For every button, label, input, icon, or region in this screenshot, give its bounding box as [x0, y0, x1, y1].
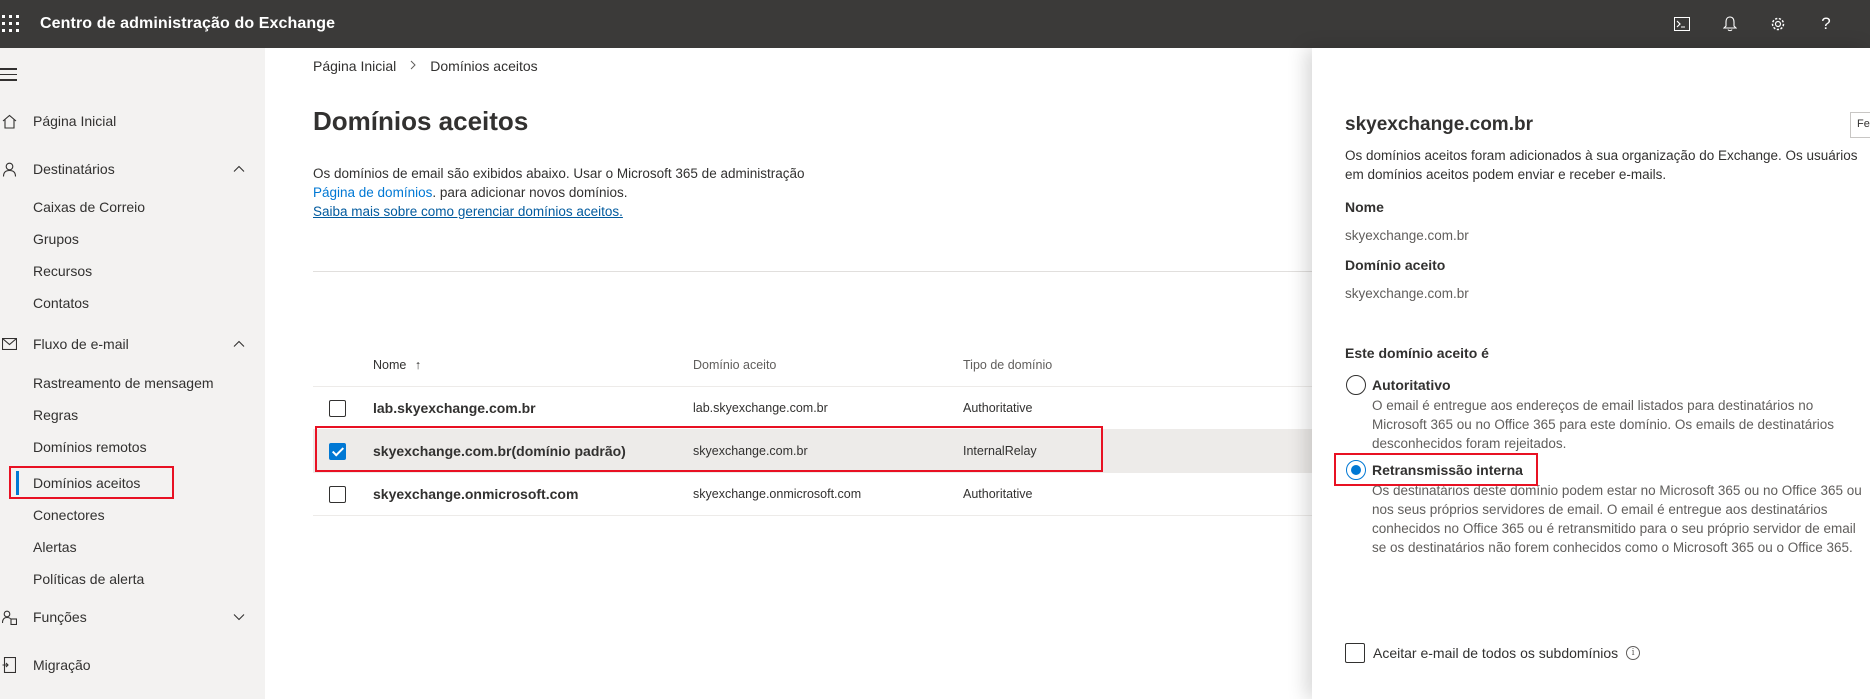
table-row[interactable]: lab.skyexchange.com.br lab.skyexchange.c… — [313, 387, 1313, 430]
sidebar-item-recipients[interactable]: Destinatários — [0, 157, 265, 181]
row-checkbox[interactable] — [329, 400, 346, 417]
radio-authoritative[interactable] — [1346, 375, 1366, 395]
breadcrumb-current: Domínios aceitos — [430, 58, 538, 74]
gear-icon[interactable] — [1754, 0, 1802, 48]
row-domain: skyexchange.onmicrosoft.com — [693, 487, 862, 501]
hamburger-icon[interactable] — [0, 68, 20, 85]
domain-label: Domínio aceito — [1345, 257, 1446, 273]
panel-description: Os domínios aceitos foram adicionados à … — [1345, 148, 1858, 182]
breadcrumb-home[interactable]: Página Inicial — [313, 58, 396, 74]
sidebar-item-connectors[interactable]: Conectores — [33, 503, 105, 527]
domains-page-link[interactable]: Página de domínios — [313, 185, 432, 200]
sidebar-item-label: Destinatários — [33, 161, 115, 177]
name-label: Nome — [1345, 199, 1384, 215]
column-header-name[interactable]: Nome ↑ — [373, 358, 421, 372]
domain-type-question: Este domínio aceito é — [1345, 345, 1489, 361]
chevron-up-icon[interactable] — [231, 336, 247, 352]
info-icon[interactable]: i — [1626, 646, 1641, 660]
app-title: Centro de administração do Exchange — [40, 15, 336, 32]
column-header-type[interactable]: Tipo de domínio — [963, 358, 1052, 372]
sidebar-item-groups[interactable]: Grupos — [33, 227, 79, 251]
breadcrumb: Página Inicial Domínios aceitos — [313, 58, 538, 74]
sidebar-item-remote-domains[interactable]: Domínios remotos — [33, 435, 147, 459]
page-description: Os domínios de email são exibidos abaixo… — [313, 164, 805, 221]
scroll-edge — [1850, 0, 1870, 48]
sidebar-item-roles[interactable]: Funções — [0, 605, 265, 629]
sidebar-item-home[interactable]: Página Inicial — [0, 109, 265, 133]
column-header-name-label: Nome — [373, 358, 407, 372]
home-icon — [0, 114, 18, 129]
table-row[interactable]: skyexchange.onmicrosoft.com skyexchange.… — [313, 473, 1313, 516]
sidebar-item-message-trace[interactable]: Rastreamento de mensagem — [33, 371, 214, 395]
sidebar-item-mailboxes[interactable]: Caixas de Correio — [33, 195, 145, 219]
migration-icon — [0, 657, 18, 673]
sidebar-item-label: Fluxo de e-mail — [33, 336, 129, 352]
row-domain: lab.skyexchange.com.br — [693, 401, 828, 415]
radio-internal-relay-desc: Os destinatários deste domínio podem est… — [1372, 483, 1862, 555]
bell-icon[interactable] — [1706, 0, 1754, 48]
terminal-icon[interactable] — [1658, 0, 1706, 48]
accept-subdomains-row: Aceitar e-mail de todos os subdomínios i — [1373, 645, 1641, 661]
row-checkbox[interactable] — [329, 486, 346, 503]
main-content: Página Inicial Domínios aceitos Domínios… — [265, 48, 1315, 699]
page-title: Domínios aceitos — [313, 106, 529, 136]
chevron-down-icon[interactable] — [231, 609, 247, 625]
accept-subdomains-checkbox[interactable] — [1345, 643, 1365, 663]
description-line-2: Página de domínios. para adicionar novos… — [313, 183, 805, 202]
person-icon — [0, 162, 18, 177]
sidebar-item-label: Migração — [33, 657, 91, 673]
close-tooltip: Fec — [1850, 112, 1870, 138]
sidebar-item-rules[interactable]: Regras — [33, 403, 78, 427]
highlight-box — [315, 426, 1103, 472]
row-type: Authoritative — [963, 487, 1033, 501]
detail-panel: skyexchange.com.br Os domínios aceitos f… — [1312, 48, 1870, 699]
accept-subdomains-label[interactable]: Aceitar e-mail de todos os subdomínios — [1373, 645, 1618, 661]
sidebar-item-label: Página Inicial — [33, 113, 117, 129]
top-bar: Centro de administração do Exchange ? — [0, 0, 1870, 48]
sidebar-item-mailflow[interactable]: Fluxo de e-mail — [0, 332, 265, 356]
radio-authoritative-label[interactable]: Autoritativo — [1372, 377, 1451, 393]
row-name[interactable]: skyexchange.onmicrosoft.com — [373, 486, 578, 502]
panel-title: skyexchange.com.br — [1345, 114, 1533, 135]
sidebar-item-resources[interactable]: Recursos — [33, 259, 92, 283]
row-type: Authoritative — [963, 401, 1033, 415]
highlight-box — [9, 466, 174, 499]
table-header: Nome ↑ Domínio aceito Tipo de domínio — [313, 345, 1313, 387]
highlight-box — [1334, 453, 1538, 486]
sidebar-item-alert-policies[interactable]: Políticas de alerta — [33, 567, 144, 591]
column-header-domain[interactable]: Domínio aceito — [693, 358, 776, 372]
sidebar: Página Inicial Destinatários Caixas de C… — [0, 48, 265, 699]
divider — [313, 271, 1313, 272]
radio-authoritative-desc: O email é entregue aos endereços de emai… — [1372, 398, 1834, 451]
name-value: skyexchange.com.br — [1345, 228, 1469, 243]
sidebar-item-label: Funções — [33, 609, 87, 625]
description-line-1: Os domínios de email são exibidos abaixo… — [313, 166, 805, 181]
help-icon[interactable]: ? — [1802, 0, 1850, 48]
chevron-right-icon — [408, 59, 418, 73]
row-name[interactable]: lab.skyexchange.com.br — [373, 400, 536, 416]
domain-value: skyexchange.com.br — [1345, 286, 1469, 301]
learn-more-link[interactable]: Saiba mais sobre como gerenciar domínios… — [313, 204, 623, 219]
roles-icon — [0, 610, 18, 625]
mail-icon — [0, 338, 18, 350]
app-launcher-icon[interactable] — [2, 15, 20, 33]
sidebar-item-alerts[interactable]: Alertas — [33, 535, 77, 559]
sidebar-item-contacts[interactable]: Contatos — [33, 291, 89, 315]
top-icons: ? — [1658, 0, 1870, 48]
description-line-2-text: . para adicionar novos domínios. — [432, 185, 628, 200]
sidebar-item-migration[interactable]: Migração — [0, 653, 265, 677]
sort-ascending-icon: ↑ — [414, 358, 422, 372]
chevron-up-icon[interactable] — [231, 161, 247, 177]
